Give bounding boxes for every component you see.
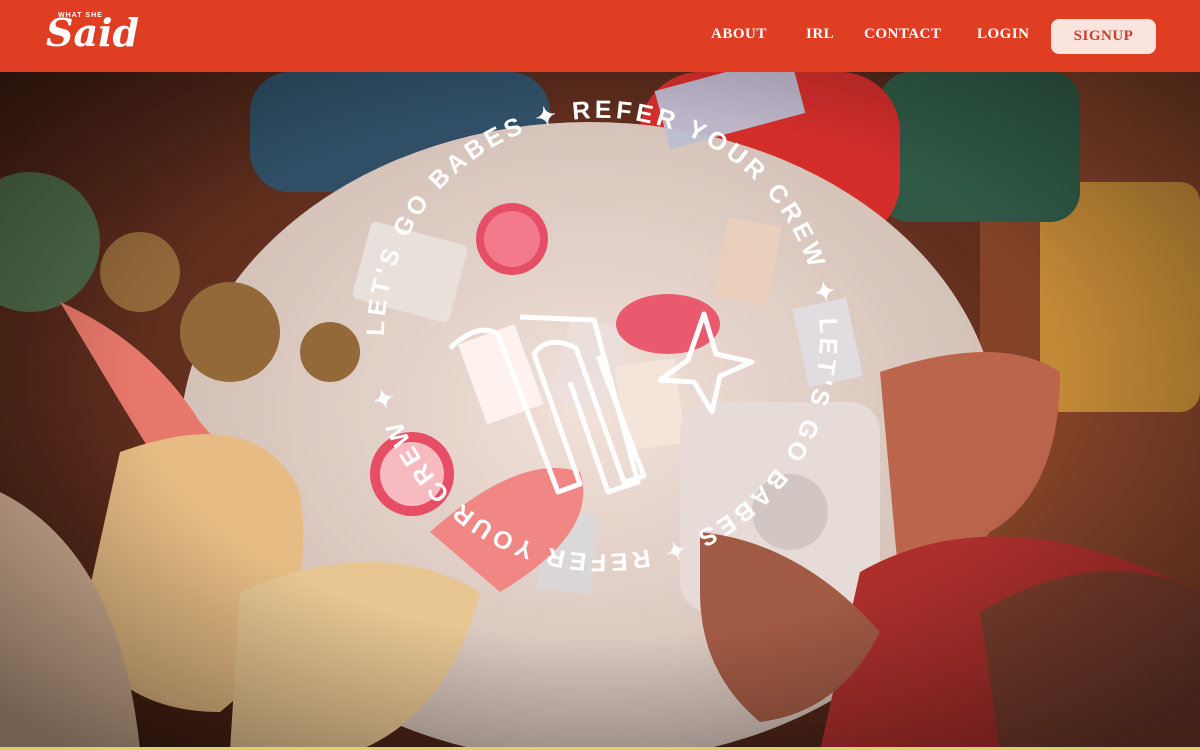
- signup-button[interactable]: SIGNUP: [1051, 19, 1156, 54]
- site-logo[interactable]: WHAT SHE Said: [46, 10, 139, 62]
- nav-link-contact[interactable]: CONTACT: [864, 26, 941, 43]
- top-navbar: WHAT SHE Said ABOUT IRL CONTACT LOGIN SI…: [0, 0, 1200, 72]
- logo-big-text: Said: [46, 10, 140, 55]
- w-star-logo-icon: [448, 311, 755, 495]
- nav-link-irl[interactable]: IRL: [806, 26, 834, 43]
- badge-ring-textpath: LET'S GO BABES ✦ REFER YOUR CREW ✦ LET'S…: [362, 96, 838, 576]
- badge-ring-text: LET'S GO BABES ✦ REFER YOUR CREW ✦ LET'S…: [362, 96, 842, 576]
- refer-your-crew-badge: LET'S GO BABES ✦ REFER YOUR CREW ✦ LET'S…: [362, 96, 842, 576]
- nav-link-login[interactable]: LOGIN: [977, 26, 1030, 43]
- nav-link-about[interactable]: ABOUT: [711, 26, 767, 43]
